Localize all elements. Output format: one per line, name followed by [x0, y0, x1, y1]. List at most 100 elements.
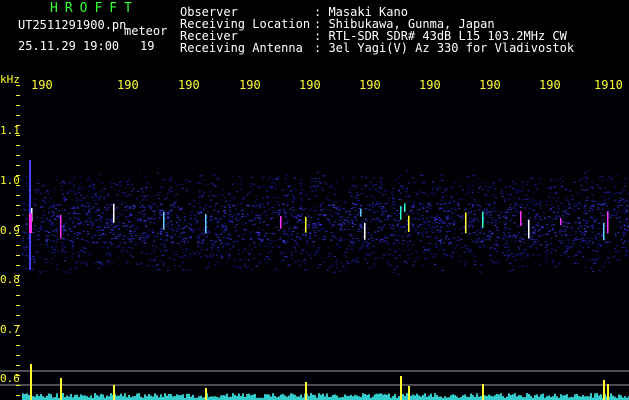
noise-dot: [580, 226, 582, 228]
noise-dot: [128, 221, 131, 223]
trace-bar: [336, 395, 338, 400]
trace-bar: [32, 396, 34, 400]
noise-dot: [623, 240, 626, 242]
noise-dot: [77, 223, 80, 225]
noise-dot: [462, 189, 464, 191]
noise-dot: [460, 180, 463, 182]
noise-dot: [432, 232, 435, 234]
noise-dot: [519, 191, 522, 193]
noise-dot: [494, 248, 497, 250]
noise-dot: [286, 204, 289, 206]
noise-dot: [328, 209, 331, 211]
noise-dot: [578, 180, 581, 182]
noise-dot: [158, 198, 161, 199]
noise-dot: [125, 209, 128, 211]
noise-dot: [213, 209, 215, 211]
noise-dot: [421, 174, 424, 176]
noise-dot: [45, 230, 48, 232]
noise-dot: [575, 204, 578, 206]
noise-dot: [223, 216, 226, 218]
noise-dot: [369, 215, 372, 217]
noise-dot: [497, 259, 500, 261]
noise-dot: [479, 205, 481, 207]
noise-dot: [246, 214, 249, 216]
trace-bar: [300, 394, 302, 400]
noise-dot: [267, 253, 270, 254]
noise-dot: [279, 237, 282, 239]
noise-dot: [216, 247, 219, 249]
noise-dot: [85, 212, 88, 214]
noise-dot: [521, 181, 524, 183]
noise-dot: [143, 196, 146, 198]
noise-dot: [290, 258, 293, 260]
noise-dot: [123, 241, 126, 243]
noise-dot: [77, 192, 80, 194]
noise-dot: [365, 195, 368, 197]
noise-dot: [482, 239, 484, 241]
trace-bar: [508, 393, 510, 400]
noise-dot: [45, 235, 48, 237]
noise-dot: [181, 261, 184, 263]
noise-dot: [117, 224, 120, 226]
noise-dot: [98, 226, 101, 228]
noise-dot: [259, 206, 261, 208]
noise-dot: [117, 239, 120, 241]
trace-peak: [205, 388, 207, 400]
noise-dot: [256, 214, 259, 216]
noise-dot: [392, 228, 395, 229]
noise-dot: [444, 203, 447, 205]
noise-dot: [269, 243, 272, 245]
noise-dot: [50, 252, 53, 254]
noise-dot: [377, 230, 380, 232]
noise-dot: [526, 204, 528, 206]
trace-bar: [516, 396, 518, 400]
noise-dot: [288, 227, 291, 229]
noise-dot: [499, 179, 502, 181]
noise-dot: [381, 211, 384, 213]
noise-dot: [267, 179, 270, 181]
noise-dot: [367, 232, 370, 234]
noise-dot: [304, 207, 307, 209]
noise-dot: [61, 242, 64, 244]
noise-dot: [218, 264, 221, 266]
noise-dot: [616, 174, 619, 176]
noise-dot: [139, 263, 142, 265]
noise-dot: [574, 234, 577, 236]
noise-dot: [389, 224, 392, 226]
trace-bar: [168, 394, 170, 400]
noise-dot: [458, 207, 461, 209]
noise-dot: [53, 191, 56, 193]
noise-dot: [399, 192, 402, 194]
noise-dot: [509, 235, 511, 237]
noise-dot: [114, 208, 117, 210]
noise-dot: [358, 207, 360, 209]
noise-dot: [624, 247, 626, 249]
noise-dot: [298, 218, 300, 220]
noise-dot: [170, 236, 173, 237]
noise-dot: [71, 220, 74, 221]
noise-dot: [86, 214, 89, 216]
noise-dot: [435, 236, 438, 238]
noise-dot: [517, 253, 520, 255]
noise-dot: [224, 230, 227, 232]
noise-dot: [439, 187, 441, 189]
noise-dot: [338, 205, 341, 207]
trace-bar: [170, 394, 172, 400]
noise-dot: [349, 192, 351, 194]
noise-dot: [415, 250, 418, 252]
noise-dot: [472, 220, 475, 222]
noise-dot: [185, 179, 188, 181]
noise-dot: [306, 213, 309, 215]
trace-bar: [132, 396, 134, 400]
noise-dot: [65, 222, 68, 224]
noise-dot: [119, 234, 122, 236]
noise-dot: [573, 262, 576, 264]
noise-dot: [173, 206, 176, 208]
noise-dot: [463, 244, 466, 246]
noise-dot: [249, 239, 252, 241]
noise-dot: [217, 236, 220, 238]
noise-dot: [320, 203, 323, 205]
noise-dot: [170, 214, 173, 216]
noise-dot: [81, 223, 84, 225]
noise-dot: [365, 184, 368, 186]
